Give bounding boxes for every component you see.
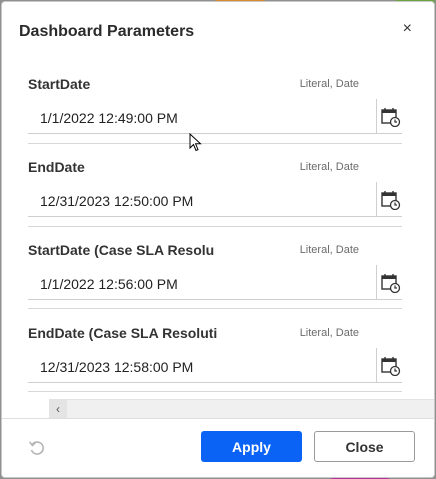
parameter-name: EndDate xyxy=(28,159,85,175)
separator xyxy=(28,226,402,227)
parameter-type: Literal, Date xyxy=(299,244,359,256)
parameters-list: StartDate Literal, Date 1/1/2022 12:49:0… xyxy=(2,62,434,418)
reset-icon[interactable] xyxy=(28,439,46,462)
date-input[interactable]: 1/1/2022 12:49:00 PM xyxy=(28,99,376,134)
apply-button[interactable]: Apply xyxy=(201,431,302,462)
calendar-button[interactable] xyxy=(376,182,402,217)
mouse-cursor-icon xyxy=(189,133,202,152)
dialog-title: Dashboard Parameters xyxy=(19,23,195,40)
calendar-button[interactable] xyxy=(376,348,402,383)
calendar-icon xyxy=(381,108,401,127)
parameter-item: EndDate (Case SLA Resoluti Literal, Date… xyxy=(28,325,402,407)
parameter-name: StartDate xyxy=(28,76,91,92)
separator xyxy=(28,308,402,309)
parameter-name: EndDate (Case SLA Resoluti xyxy=(28,325,218,341)
calendar-icon xyxy=(381,357,401,376)
calendar-icon xyxy=(381,274,401,293)
dialog-footer: Apply Close xyxy=(2,418,434,477)
date-input[interactable]: 12/31/2023 12:58:00 PM xyxy=(28,348,376,383)
date-input[interactable]: 1/1/2022 12:56:00 PM xyxy=(28,265,376,300)
calendar-button[interactable] xyxy=(376,99,402,134)
scroll-left-button[interactable]: ‹ xyxy=(49,400,67,418)
dashboard-parameters-dialog: Dashboard Parameters × StartDate Literal… xyxy=(1,1,435,478)
separator xyxy=(28,391,402,392)
date-value: 1/1/2022 12:49:00 PM xyxy=(40,110,178,126)
separator xyxy=(28,143,402,144)
parameter-item: StartDate Literal, Date 1/1/2022 12:49:0… xyxy=(28,76,402,158)
horizontal-scrollbar[interactable]: ‹ xyxy=(49,399,434,418)
date-input[interactable]: 12/31/2023 12:50:00 PM xyxy=(28,182,376,217)
parameter-type: Literal, Date xyxy=(299,327,359,339)
calendar-icon xyxy=(381,191,401,210)
parameter-type: Literal, Date xyxy=(299,161,359,173)
date-value: 12/31/2023 12:50:00 PM xyxy=(40,193,194,209)
dialog-header: Dashboard Parameters × xyxy=(2,2,434,62)
parameter-type: Literal, Date xyxy=(299,78,359,90)
close-icon[interactable]: × xyxy=(403,19,412,39)
date-value: 12/31/2023 12:58:00 PM xyxy=(40,359,194,375)
parameter-item: EndDate Literal, Date 12/31/2023 12:50:0… xyxy=(28,159,402,241)
calendar-button[interactable] xyxy=(376,265,402,300)
parameter-item: StartDate (Case SLA Resolu Literal, Date… xyxy=(28,242,402,324)
date-value: 1/1/2022 12:56:00 PM xyxy=(40,276,178,292)
parameter-name: StartDate (Case SLA Resolu xyxy=(28,242,215,258)
close-button[interactable]: Close xyxy=(314,431,415,462)
